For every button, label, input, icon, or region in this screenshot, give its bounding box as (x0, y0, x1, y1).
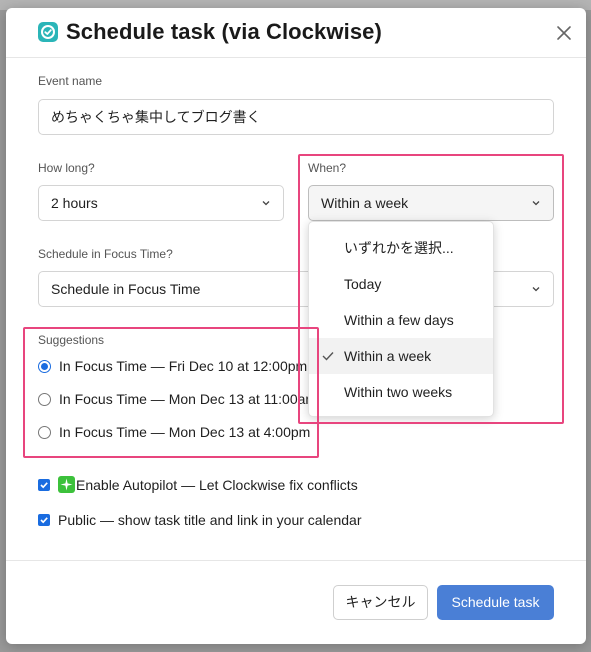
checkbox[interactable] (38, 514, 50, 526)
dropdown-option[interactable]: Within a few days (309, 302, 493, 338)
dropdown-option-selected[interactable]: Within a week (309, 338, 493, 374)
chevron-down-icon (532, 287, 540, 292)
when-dropdown-menu: いずれかを選択... Today Within a few days Withi… (308, 221, 494, 417)
modal-title: Schedule task (via Clockwise) (66, 19, 382, 44)
when-label: When? (308, 161, 347, 175)
close-icon[interactable] (552, 21, 576, 45)
cancel-button[interactable]: キャンセル (333, 585, 428, 620)
footer-divider (6, 560, 586, 561)
modal-header: Schedule task (via Clockwise) (6, 8, 586, 58)
focus-time-label: Schedule in Focus Time? (38, 247, 173, 261)
event-name-input[interactable]: めちゃくちゃ集中してブログ書く (38, 99, 554, 135)
public-label: Public — show task title and link in you… (58, 512, 362, 528)
radio-button[interactable] (38, 360, 51, 373)
dropdown-option[interactable]: Today (309, 266, 493, 302)
suggestion-label: In Focus Time — Fri Dec 10 at 12:00pm (59, 358, 308, 374)
sparkle-icon (58, 476, 75, 493)
focus-time-value: Schedule in Focus Time (51, 281, 201, 297)
checkbox[interactable] (38, 479, 50, 491)
how-long-label: How long? (38, 161, 95, 175)
radio-button[interactable] (38, 393, 51, 406)
radio-button[interactable] (38, 426, 51, 439)
suggestions-label: Suggestions (38, 333, 105, 347)
suggestion-label: In Focus Time — Mon Dec 13 at 11:00am (59, 391, 318, 407)
checkmark-icon (322, 352, 334, 361)
chevron-down-icon (262, 201, 270, 206)
autopilot-label: Enable Autopilot — Let Clockwise fix con… (58, 475, 358, 495)
chevron-down-icon (532, 201, 540, 206)
schedule-task-button[interactable]: Schedule task (437, 585, 554, 620)
dropdown-option-label: Within a week (344, 348, 432, 364)
autopilot-text: Enable Autopilot — Let Clockwise fix con… (76, 477, 358, 493)
how-long-value: 2 hours (51, 195, 98, 211)
dropdown-option[interactable]: いずれかを選択... (309, 230, 493, 266)
suggestion-label: In Focus Time — Mon Dec 13 at 4:00pm (59, 424, 311, 440)
when-value: Within a week (321, 195, 409, 211)
dropdown-option[interactable]: Within two weeks (309, 374, 493, 410)
clockwise-logo-icon (38, 22, 58, 42)
event-name-label: Event name (38, 74, 103, 88)
how-long-select[interactable]: 2 hours (38, 185, 284, 221)
when-select[interactable]: Within a week (308, 185, 554, 221)
schedule-task-modal: Schedule task (via Clockwise) Event name… (6, 8, 586, 644)
